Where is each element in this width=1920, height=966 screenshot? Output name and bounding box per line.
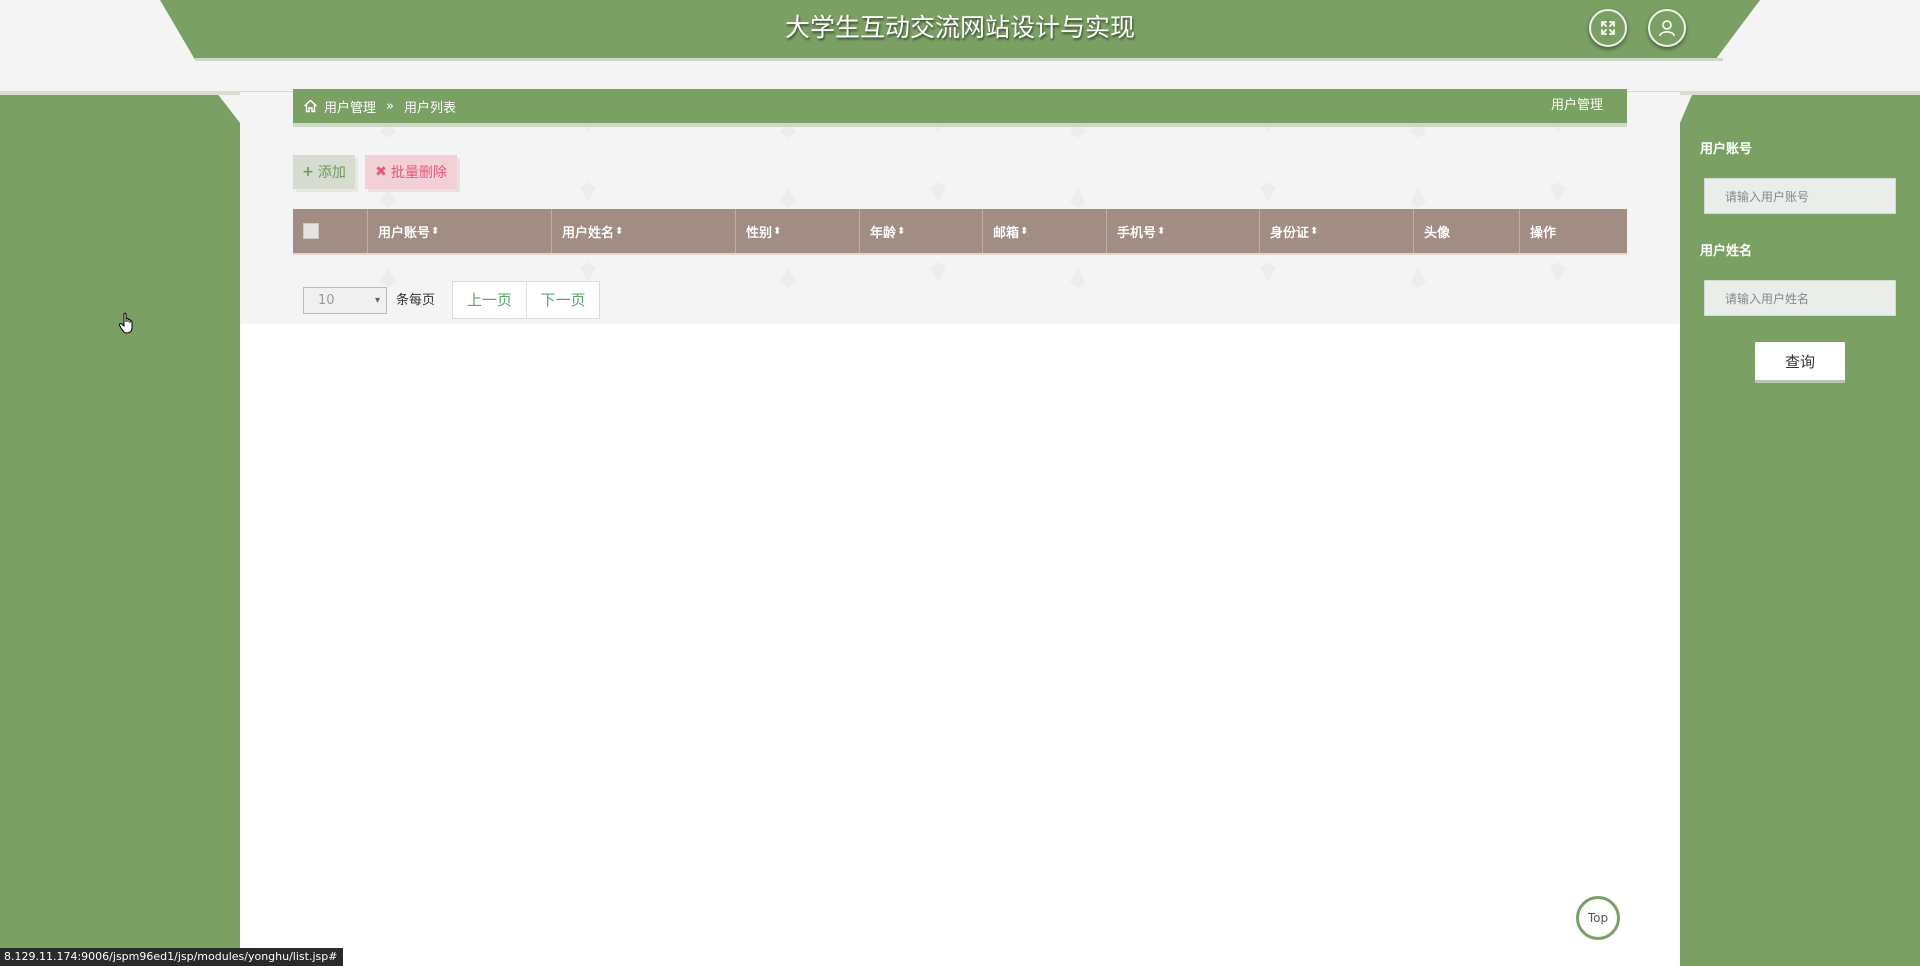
query-button[interactable]: 查询 (1755, 342, 1845, 380)
fullscreen-button[interactable] (1589, 9, 1627, 47)
batch-delete-button[interactable]: ✖ 批量删除 (365, 155, 457, 189)
page-size-select[interactable]: 10 ▾ (303, 287, 387, 314)
prev-page-button[interactable]: 上一页 (453, 282, 526, 318)
column-header-name[interactable]: 用户姓名 ⬍ (552, 209, 736, 253)
back-to-top-button[interactable]: Top (1576, 896, 1620, 940)
breadcrumb-module[interactable]: 用户管理 (324, 97, 376, 116)
select-all-cell (293, 209, 368, 253)
right-search-panel (1680, 95, 1920, 966)
section-title: 用户管理 (1550, 98, 1603, 113)
pager: 上一页 下一页 (452, 281, 600, 319)
hand-cursor-icon (118, 312, 133, 334)
column-header-email[interactable]: 邮箱 ⬍ (983, 209, 1107, 253)
add-button-label: 添加 (317, 165, 346, 181)
column-header-account[interactable]: 用户账号 ⬍ (368, 209, 552, 253)
user-button[interactable] (1648, 9, 1686, 47)
select-all-checkbox[interactable] (303, 223, 319, 239)
user-icon (1659, 20, 1675, 37)
table-header: 用户账号 ⬍ 用户姓名 ⬍ 性别 ⬍ 年龄 ⬍ 邮箱 ⬍ 手机号 ⬍ 身份证 ⬍ 头像 操作 (293, 209, 1627, 255)
home-icon[interactable] (303, 99, 318, 113)
next-page-button[interactable]: 下一页 (526, 282, 599, 318)
name-search-input[interactable]: 请输入用户姓名 (1704, 280, 1896, 316)
breadcrumb-separator: » (386, 98, 394, 114)
left-sidebar (0, 95, 240, 966)
sort-icon: ⬍ (1157, 225, 1166, 237)
account-search-input[interactable]: 请输入用户账号 (1704, 178, 1896, 214)
column-header-idcard[interactable]: 身份证 ⬍ (1260, 209, 1414, 253)
chevron-down-icon: ▾ (374, 295, 380, 306)
page-size-value: 10 (318, 293, 335, 308)
name-search-label: 用户姓名 (1700, 244, 1753, 259)
sort-icon: ⬍ (1020, 225, 1029, 237)
plus-icon: + (302, 164, 314, 180)
breadcrumb-bar: 用户管理 » 用户列表 用户管理 (293, 89, 1627, 127)
sort-icon: ⬍ (1310, 225, 1319, 237)
column-header-gender[interactable]: 性别 ⬍ (736, 209, 860, 253)
add-button[interactable]: + 添加 (293, 155, 355, 189)
column-header-age[interactable]: 年龄 ⬍ (860, 209, 983, 253)
breadcrumb-page: 用户列表 (403, 100, 456, 116)
sort-icon: ⬍ (897, 225, 906, 237)
page-size-label: 条每页 (396, 293, 436, 308)
status-bar-url: 8.129.11.174:9006/jspm96ed1/jsp/modules/… (0, 948, 344, 966)
column-header-actions: 操作 (1530, 225, 1557, 241)
column-header-avatar: 头像 (1414, 209, 1520, 253)
header-underline (195, 58, 1723, 61)
site-header (160, 0, 1760, 60)
close-icon: ✖ (375, 164, 387, 180)
sort-icon: ⬍ (431, 225, 440, 237)
breadcrumb: 用户管理 » 用户列表 (303, 89, 456, 123)
sort-icon: ⬍ (615, 225, 624, 237)
account-search-label: 用户账号 (1700, 142, 1753, 157)
fullscreen-icon (1601, 21, 1615, 35)
column-header-phone[interactable]: 手机号 ⬍ (1107, 209, 1260, 253)
batch-delete-label: 批量删除 (390, 165, 447, 181)
sort-icon: ⬍ (773, 225, 782, 237)
